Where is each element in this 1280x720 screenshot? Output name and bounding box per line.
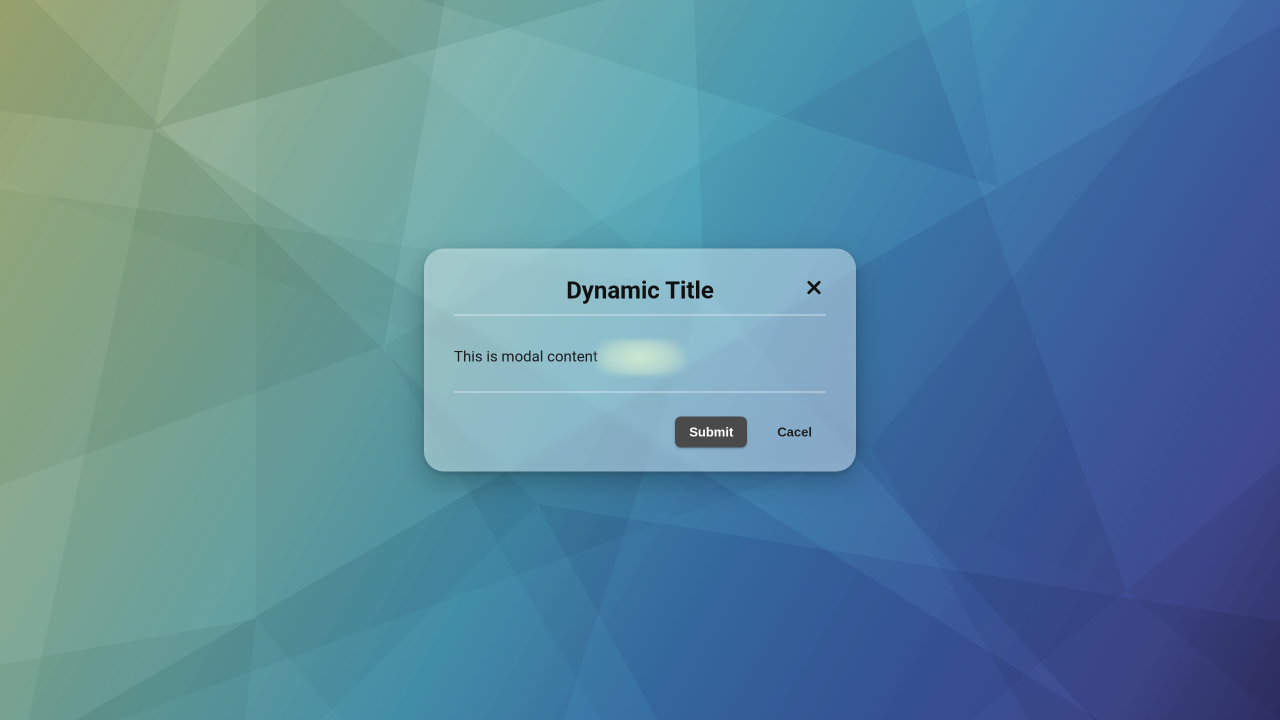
modal-footer: Submit Cacel bbox=[454, 393, 826, 448]
close-icon bbox=[805, 278, 823, 299]
close-button[interactable] bbox=[800, 275, 828, 303]
submit-button[interactable]: Submit bbox=[675, 417, 747, 448]
blur-chip bbox=[595, 340, 685, 376]
modal-title: Dynamic Title bbox=[454, 277, 826, 305]
modal-dialog: Dynamic Title This is modal content Subm… bbox=[424, 249, 856, 472]
modal-header: Dynamic Title bbox=[454, 277, 826, 316]
modal-body-text: This is modal content bbox=[454, 348, 598, 366]
modal-body: This is modal content bbox=[454, 316, 826, 393]
cancel-button[interactable]: Cacel bbox=[763, 417, 826, 448]
